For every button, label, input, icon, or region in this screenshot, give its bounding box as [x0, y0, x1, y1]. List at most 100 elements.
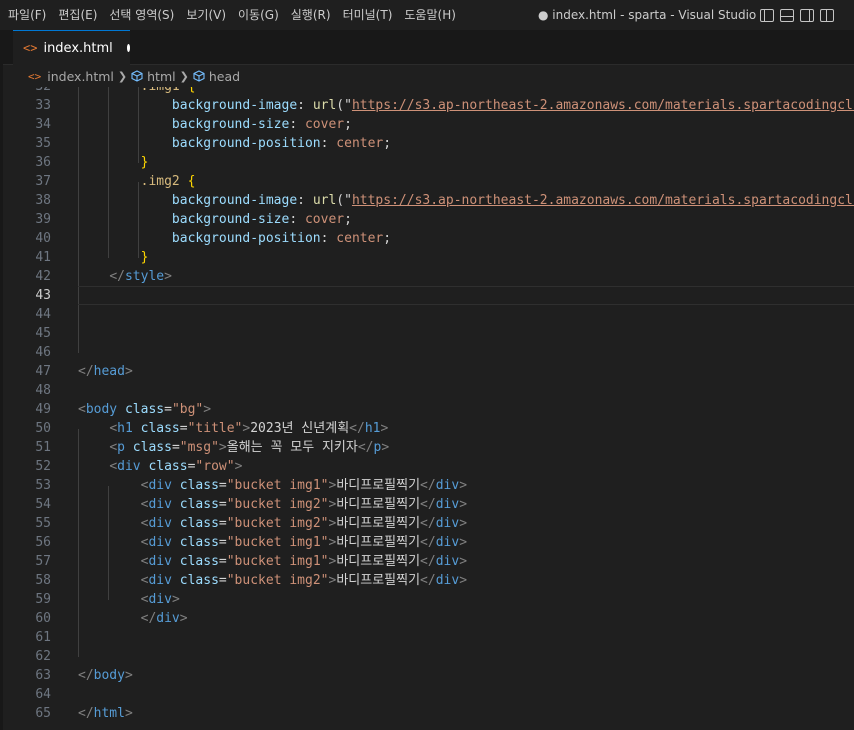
code-token: div	[435, 573, 460, 588]
code-line[interactable]: 58 <div class="bucket img2">바디프로필찍기</div…	[0, 571, 854, 590]
menu-item[interactable]: 도움말(H)	[398, 0, 462, 30]
code-token: </	[78, 668, 94, 683]
code-text: <div class="bucket img2">바디프로필찍기</div>	[78, 514, 467, 533]
code-line[interactable]: 49 <body class="bg">	[0, 400, 854, 419]
code-token: </	[420, 573, 436, 588]
line-number: 51	[35, 440, 51, 455]
code-token: class	[179, 478, 219, 493]
code-line[interactable]: 38 background-image: url("https://s3.ap-…	[0, 191, 854, 210]
code-token: 2023년 신년계획	[250, 421, 350, 436]
code-token: :	[289, 117, 305, 132]
code-token: https://s3.ap-northeast-2.amazonaws.com/…	[351, 193, 854, 208]
menu-item[interactable]: 터미널(T)	[337, 0, 399, 30]
menu-item[interactable]: 편집(E)	[52, 0, 103, 30]
unsaved-dot-icon[interactable]	[126, 44, 130, 52]
code-line[interactable]: 50 <h1 class="title">2023년 신년계획</h1>	[0, 419, 854, 438]
line-number: 35	[35, 136, 51, 151]
code-line[interactable]: 32 .img1 {	[0, 87, 854, 96]
customize-layout-icon[interactable]	[820, 8, 834, 22]
code-line[interactable]: 65 </html>	[0, 704, 854, 723]
code-token: url	[312, 98, 337, 113]
code-token: </	[78, 706, 94, 721]
code-token: </	[420, 554, 436, 569]
code-line[interactable]: 37 .img2 {	[0, 172, 854, 191]
code-line[interactable]: 41 }	[0, 248, 854, 267]
tab-bar: <> index.html	[0, 30, 854, 65]
menu-item[interactable]: 보기(V)	[180, 0, 232, 30]
line-number: 62	[35, 649, 51, 664]
code-line[interactable]: 53 <div class="bucket img1">바디프로필찍기</div…	[0, 476, 854, 495]
code-line[interactable]: 47 </head>	[0, 362, 854, 381]
code-line[interactable]: 60 </div>	[0, 609, 854, 628]
code-text: <body class="bg">	[78, 400, 211, 419]
code-token: background-image	[171, 193, 298, 208]
code-text: <div class="bucket img1">바디프로필찍기</div>	[78, 552, 467, 571]
code-token: html	[93, 706, 125, 721]
code-line[interactable]: 57 <div class="bucket img1">바디프로필찍기</div…	[0, 552, 854, 571]
breadcrumb-file[interactable]: <> index.html	[0, 69, 114, 84]
menu-item[interactable]: 파일(F)	[2, 0, 52, 30]
code-line[interactable]: 46	[0, 343, 854, 362]
code-line[interactable]: 35 background-position: center;	[0, 134, 854, 153]
line-number: 50	[35, 421, 51, 436]
code-line[interactable]: 40 background-position: center;	[0, 229, 854, 248]
code-token: >	[179, 611, 188, 626]
code-line[interactable]: 45	[0, 324, 854, 343]
code-text: background-position: center;	[78, 134, 391, 153]
code-token: =	[218, 573, 227, 588]
code-token: }	[140, 155, 149, 170]
code-line[interactable]: 48	[0, 381, 854, 400]
code-editor[interactable]: 32 .img1 {33 background-image: url("http…	[0, 87, 854, 730]
code-token: p	[117, 440, 125, 455]
code-text: <div>	[78, 590, 180, 609]
menu-item[interactable]: 이동(G)	[232, 0, 285, 30]
tab-index-html[interactable]: <> index.html	[13, 30, 130, 65]
line-number: 44	[35, 307, 51, 322]
code-token: >	[459, 573, 468, 588]
breadcrumb-item-html[interactable]: html	[131, 69, 176, 84]
code-line[interactable]: 43	[0, 286, 854, 305]
code-token: </	[78, 364, 94, 379]
code-text: </body>	[78, 666, 133, 685]
line-number: 60	[35, 611, 51, 626]
code-line[interactable]: 33 background-image: url("https://s3.ap-…	[0, 96, 854, 115]
code-line[interactable]: 61	[0, 628, 854, 647]
code-token: }	[140, 250, 149, 265]
menu-item[interactable]: 선택 영역(S)	[103, 0, 180, 30]
symbol-cube-icon	[193, 70, 205, 82]
code-token: 바디프로필찍기	[336, 554, 421, 569]
code-token: :	[289, 212, 305, 227]
code-line[interactable]: 63 </body>	[0, 666, 854, 685]
code-line[interactable]: 54 <div class="bucket img2">바디프로필찍기</div…	[0, 495, 854, 514]
code-token: </	[140, 611, 157, 626]
code-line[interactable]: 34 background-size: cover;	[0, 115, 854, 134]
code-line[interactable]: 62	[0, 647, 854, 666]
menu-item[interactable]: 실행(R)	[285, 0, 337, 30]
code-line[interactable]: 59 <div>	[0, 590, 854, 609]
toggle-panel-icon[interactable]	[780, 8, 794, 22]
code-line[interactable]: 64	[0, 685, 854, 704]
code-text: .img1 {	[78, 87, 196, 96]
code-line[interactable]: 39 background-size: cover;	[0, 210, 854, 229]
toggle-secondary-sidebar-icon[interactable]	[800, 8, 814, 22]
code-token: "bucket img2"	[226, 573, 329, 588]
code-line[interactable]: 51 <p class="msg">올해는 꼭 모두 지키자</p>	[0, 438, 854, 457]
code-token: div	[435, 478, 460, 493]
code-token: =	[179, 421, 188, 436]
toggle-primary-sidebar-icon[interactable]	[760, 8, 774, 22]
code-line[interactable]: 42 </style>	[0, 267, 854, 286]
code-line[interactable]: 36 }	[0, 153, 854, 172]
code-line[interactable]: 52 <div class="row">	[0, 457, 854, 476]
breadcrumb-item-head[interactable]: head	[193, 69, 240, 84]
code-line[interactable]: 56 <div class="bucket img1">바디프로필찍기</div…	[0, 533, 854, 552]
code-token: class	[179, 516, 219, 531]
code-text: </div>	[78, 609, 188, 628]
code-line[interactable]: 44	[0, 305, 854, 324]
code-line[interactable]: 55 <div class="bucket img2">바디프로필찍기</div…	[0, 514, 854, 533]
